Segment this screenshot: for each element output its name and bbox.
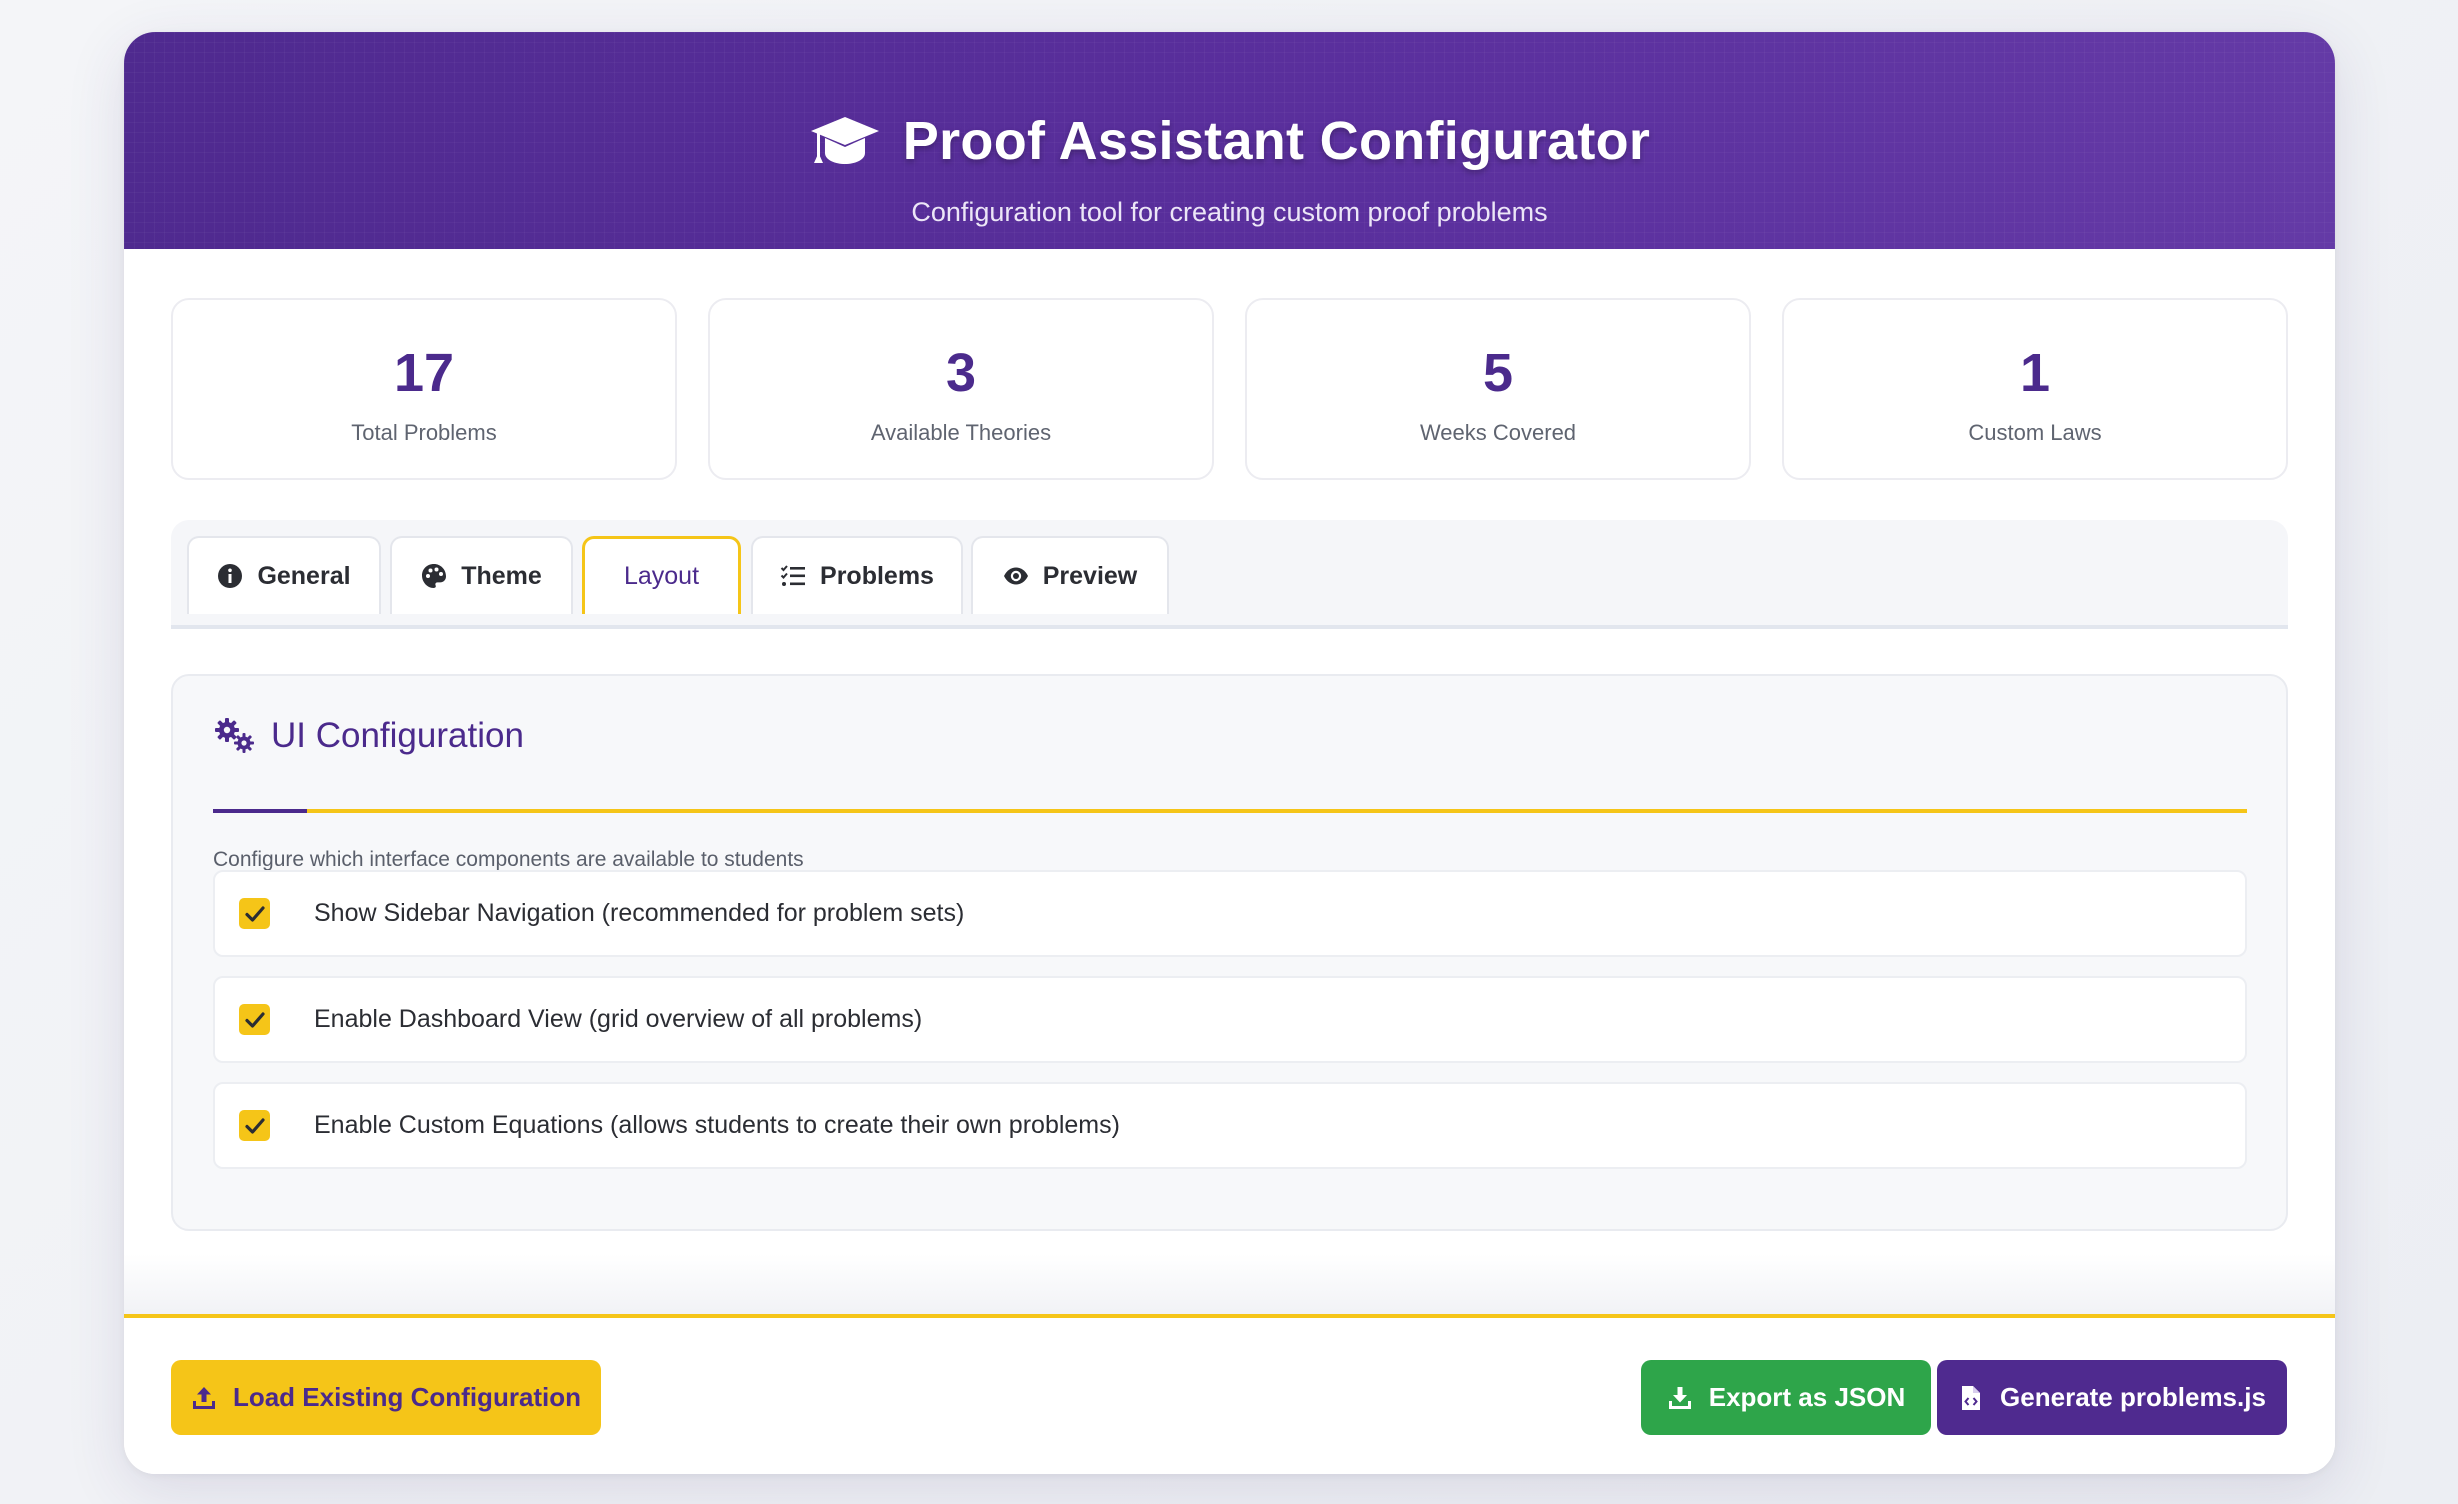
sidebar-navigation-checkbox[interactable] — [239, 898, 270, 929]
option-label: Show Sidebar Navigation (recommended for… — [314, 899, 965, 927]
tab-layout[interactable]: Layout — [582, 536, 741, 614]
section-header: UI Configuration — [213, 716, 524, 756]
section-description: Configure which interface components are… — [213, 848, 804, 871]
stat-value: 5 — [1482, 343, 1514, 403]
option-sidebar-navigation[interactable]: Show Sidebar Navigation (recommended for… — [213, 870, 2247, 957]
app-title: Proof Assistant Configurator — [902, 111, 1651, 171]
option-dashboard-view[interactable]: Enable Dashboard View (grid overview of … — [213, 976, 2247, 1063]
configurator-app: Proof Assistant Configurator Configurati… — [124, 32, 2335, 1474]
footer-shadow — [124, 1254, 2335, 1314]
button-label: Load Existing Configuration — [232, 1382, 582, 1412]
stat-label: Available Theories — [870, 420, 1052, 445]
tab-general[interactable]: General — [187, 536, 381, 614]
tab-problems[interactable]: Problems — [751, 536, 963, 614]
eye-icon — [1003, 567, 1028, 585]
stat-card-total-problems: 17 Total Problems — [171, 298, 677, 480]
graduation-cap-icon — [810, 117, 879, 164]
upload-icon — [192, 1386, 215, 1409]
tab-theme[interactable]: Theme — [390, 536, 573, 614]
tab-label: Theme — [461, 561, 542, 590]
generate-problems-button[interactable]: Generate problems.js — [1937, 1360, 2287, 1435]
check-icon — [244, 1117, 265, 1134]
option-custom-equations[interactable]: Enable Custom Equations (allows students… — [213, 1082, 2247, 1169]
stats-row: 17 Total Problems 3 Available Theories 5… — [171, 298, 2288, 480]
info-circle-icon — [218, 564, 243, 588]
stat-value: 17 — [393, 343, 455, 403]
tab-label: Layout — [623, 562, 700, 590]
stat-card-weeks-covered: 5 Weeks Covered — [1245, 298, 1751, 480]
download-icon — [1668, 1386, 1691, 1409]
stat-label: Weeks Covered — [1419, 420, 1577, 445]
section-divider — [213, 809, 2247, 813]
section-title: UI Configuration — [271, 716, 524, 755]
option-label: Enable Dashboard View (grid overview of … — [314, 1005, 923, 1033]
code-file-icon — [1962, 1385, 1981, 1410]
tab-label: Preview — [1042, 561, 1138, 590]
button-label: Generate problems.js — [2000, 1382, 2266, 1412]
stat-label: Total Problems — [351, 420, 497, 445]
action-footer: Load Existing Configuration Export as JS… — [124, 1314, 2335, 1474]
app-subtitle: Configuration tool for creating custom p… — [911, 197, 1548, 227]
custom-equations-checkbox[interactable] — [239, 1110, 270, 1141]
stat-label: Custom Laws — [1968, 420, 2102, 445]
stat-card-available-theories: 3 Available Theories — [708, 298, 1214, 480]
stat-value: 3 — [945, 343, 977, 403]
gears-icon — [215, 718, 254, 753]
check-icon — [244, 1011, 265, 1028]
palette-icon — [422, 564, 447, 588]
tab-bar: General Theme Layout Problems Preview — [171, 520, 2288, 629]
tab-preview[interactable]: Preview — [971, 536, 1169, 614]
option-label: Enable Custom Equations (allows students… — [314, 1111, 1120, 1139]
check-icon — [244, 905, 265, 922]
app-header: Proof Assistant Configurator Configurati… — [124, 32, 2335, 249]
ui-configuration-panel: UI Configuration Configure which interfa… — [171, 674, 2288, 1231]
tab-label: General — [257, 561, 351, 590]
stat-card-custom-laws: 1 Custom Laws — [1782, 298, 2288, 480]
tab-label: Problems — [820, 561, 934, 590]
export-json-button[interactable]: Export as JSON — [1641, 1360, 1931, 1435]
button-label: Export as JSON — [1708, 1382, 1906, 1412]
load-configuration-button[interactable]: Load Existing Configuration — [171, 1360, 601, 1435]
stat-value: 1 — [2019, 343, 2051, 403]
checklist-icon — [780, 565, 806, 586]
title-row: Proof Assistant Configurator — [124, 110, 2335, 172]
dashboard-view-checkbox[interactable] — [239, 1004, 270, 1035]
